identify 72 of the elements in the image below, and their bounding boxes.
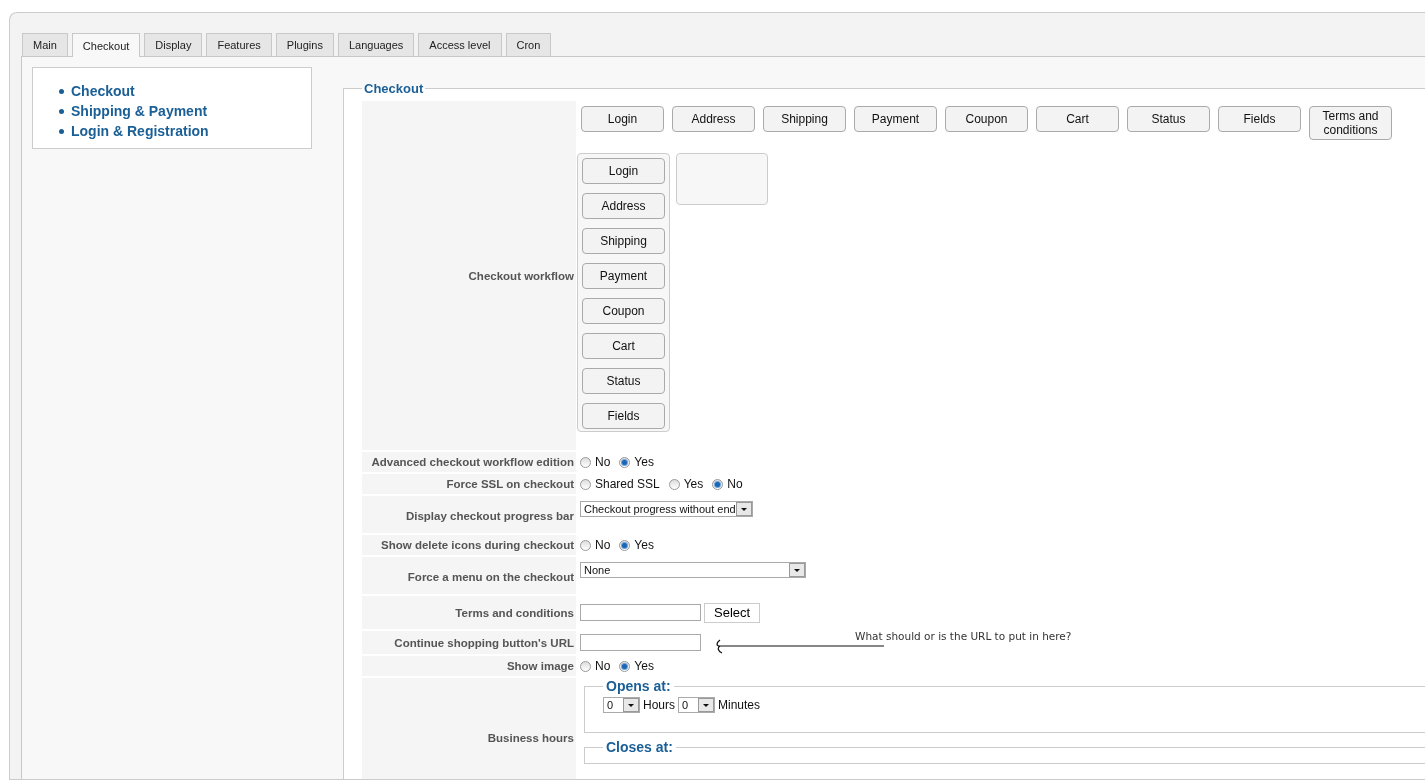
- radio-label: Yes: [634, 659, 654, 673]
- url-field[interactable]: [580, 634, 701, 651]
- workflow-button[interactable]: Terms and conditions: [1309, 106, 1392, 140]
- radio-label: Yes: [634, 538, 654, 552]
- bullet-icon: [59, 88, 64, 94]
- field-label: Advanced checkout workflow edition: [371, 456, 574, 468]
- radio-label: Yes: [634, 455, 654, 469]
- tab[interactable]: Plugins: [275, 33, 334, 56]
- workflow-button[interactable]: Address: [672, 106, 755, 132]
- field-label: Force a menu on the checkout: [407, 571, 574, 583]
- sidebar-link[interactable]: Login & Registration: [71, 123, 209, 139]
- group-legend: Closes at:: [603, 739, 676, 755]
- workflow-step-button[interactable]: Shipping: [582, 228, 665, 254]
- radio-button[interactable]: [580, 478, 591, 490]
- radio-button[interactable]: [580, 539, 591, 551]
- radio-button[interactable]: [668, 478, 680, 490]
- tab[interactable]: Checkout: [71, 33, 141, 57]
- tab[interactable]: Cron: [505, 33, 552, 56]
- workflow-step-button[interactable]: Fields: [582, 403, 665, 429]
- radio-button[interactable]: [619, 660, 631, 672]
- field-label: Terms and conditions: [455, 606, 574, 619]
- tab[interactable]: Display: [144, 33, 203, 56]
- sidebar-link[interactable]: Shipping & Payment: [71, 103, 208, 119]
- dropdown[interactable]: Checkout progress without end: [580, 501, 753, 517]
- annotation-text: What should or is the URL to put in here?: [855, 630, 1072, 642]
- workflow-step-button[interactable]: Cart: [582, 333, 665, 359]
- radio-label: No: [595, 455, 611, 469]
- workflow-button[interactable]: Fields: [1218, 106, 1301, 132]
- group-legend: Opens at:: [603, 678, 674, 694]
- tab[interactable]: Access level: [418, 33, 502, 56]
- field-label: Show delete icons during checkout: [381, 539, 574, 551]
- workflow-button[interactable]: Payment: [854, 106, 937, 132]
- sidebar-link[interactable]: Checkout: [71, 83, 135, 99]
- radio-label: No: [595, 659, 611, 673]
- field-label: Checkout workflow: [468, 269, 574, 282]
- radio-label: Yes: [683, 477, 704, 491]
- radio-button[interactable]: [712, 478, 724, 490]
- dropdown[interactable]: 0: [603, 697, 640, 713]
- radio-button[interactable]: [619, 539, 631, 551]
- workflow-button[interactable]: Login: [581, 106, 664, 132]
- workflow-button[interactable]: Coupon: [945, 106, 1028, 132]
- radio-label: No: [595, 538, 611, 552]
- tab[interactable]: Main: [22, 33, 68, 56]
- unit-label: Hours: [643, 698, 675, 712]
- workflow-step-button[interactable]: Coupon: [582, 298, 665, 324]
- workflow-step-button[interactable]: Login: [582, 158, 665, 184]
- field-label: Business hours: [487, 732, 574, 744]
- field-label: Show image: [506, 660, 574, 672]
- radio-label: Shared SSL: [595, 477, 660, 491]
- text-field[interactable]: [580, 604, 701, 621]
- unit-label: Minutes: [718, 698, 761, 712]
- tab[interactable]: Languages: [337, 33, 415, 56]
- field-label: Continue shopping button's URL: [394, 636, 574, 649]
- workflow-button[interactable]: Cart: [1036, 106, 1119, 132]
- workflow-button[interactable]: Status: [1127, 106, 1210, 132]
- workflow-button[interactable]: Shipping: [763, 106, 846, 132]
- field-label: Force SSL on checkout: [446, 478, 574, 490]
- section-legend: Checkout: [362, 81, 426, 96]
- bullet-icon: [59, 128, 64, 134]
- bullet-icon: [59, 108, 64, 114]
- radio-button[interactable]: [580, 660, 591, 672]
- workflow-step-button[interactable]: Payment: [582, 263, 665, 289]
- dropdown[interactable]: 0: [678, 697, 715, 713]
- select-button[interactable]: Select: [704, 602, 761, 623]
- radio-label: No: [727, 477, 743, 491]
- radio-button[interactable]: [619, 456, 631, 468]
- dropdown[interactable]: None: [580, 562, 806, 578]
- workflow-step-button[interactable]: Address: [582, 193, 665, 219]
- tab[interactable]: Features: [206, 33, 272, 56]
- workflow-step-button[interactable]: Status: [582, 368, 665, 394]
- field-label: Display checkout progress bar: [405, 510, 574, 522]
- radio-button[interactable]: [580, 456, 591, 468]
